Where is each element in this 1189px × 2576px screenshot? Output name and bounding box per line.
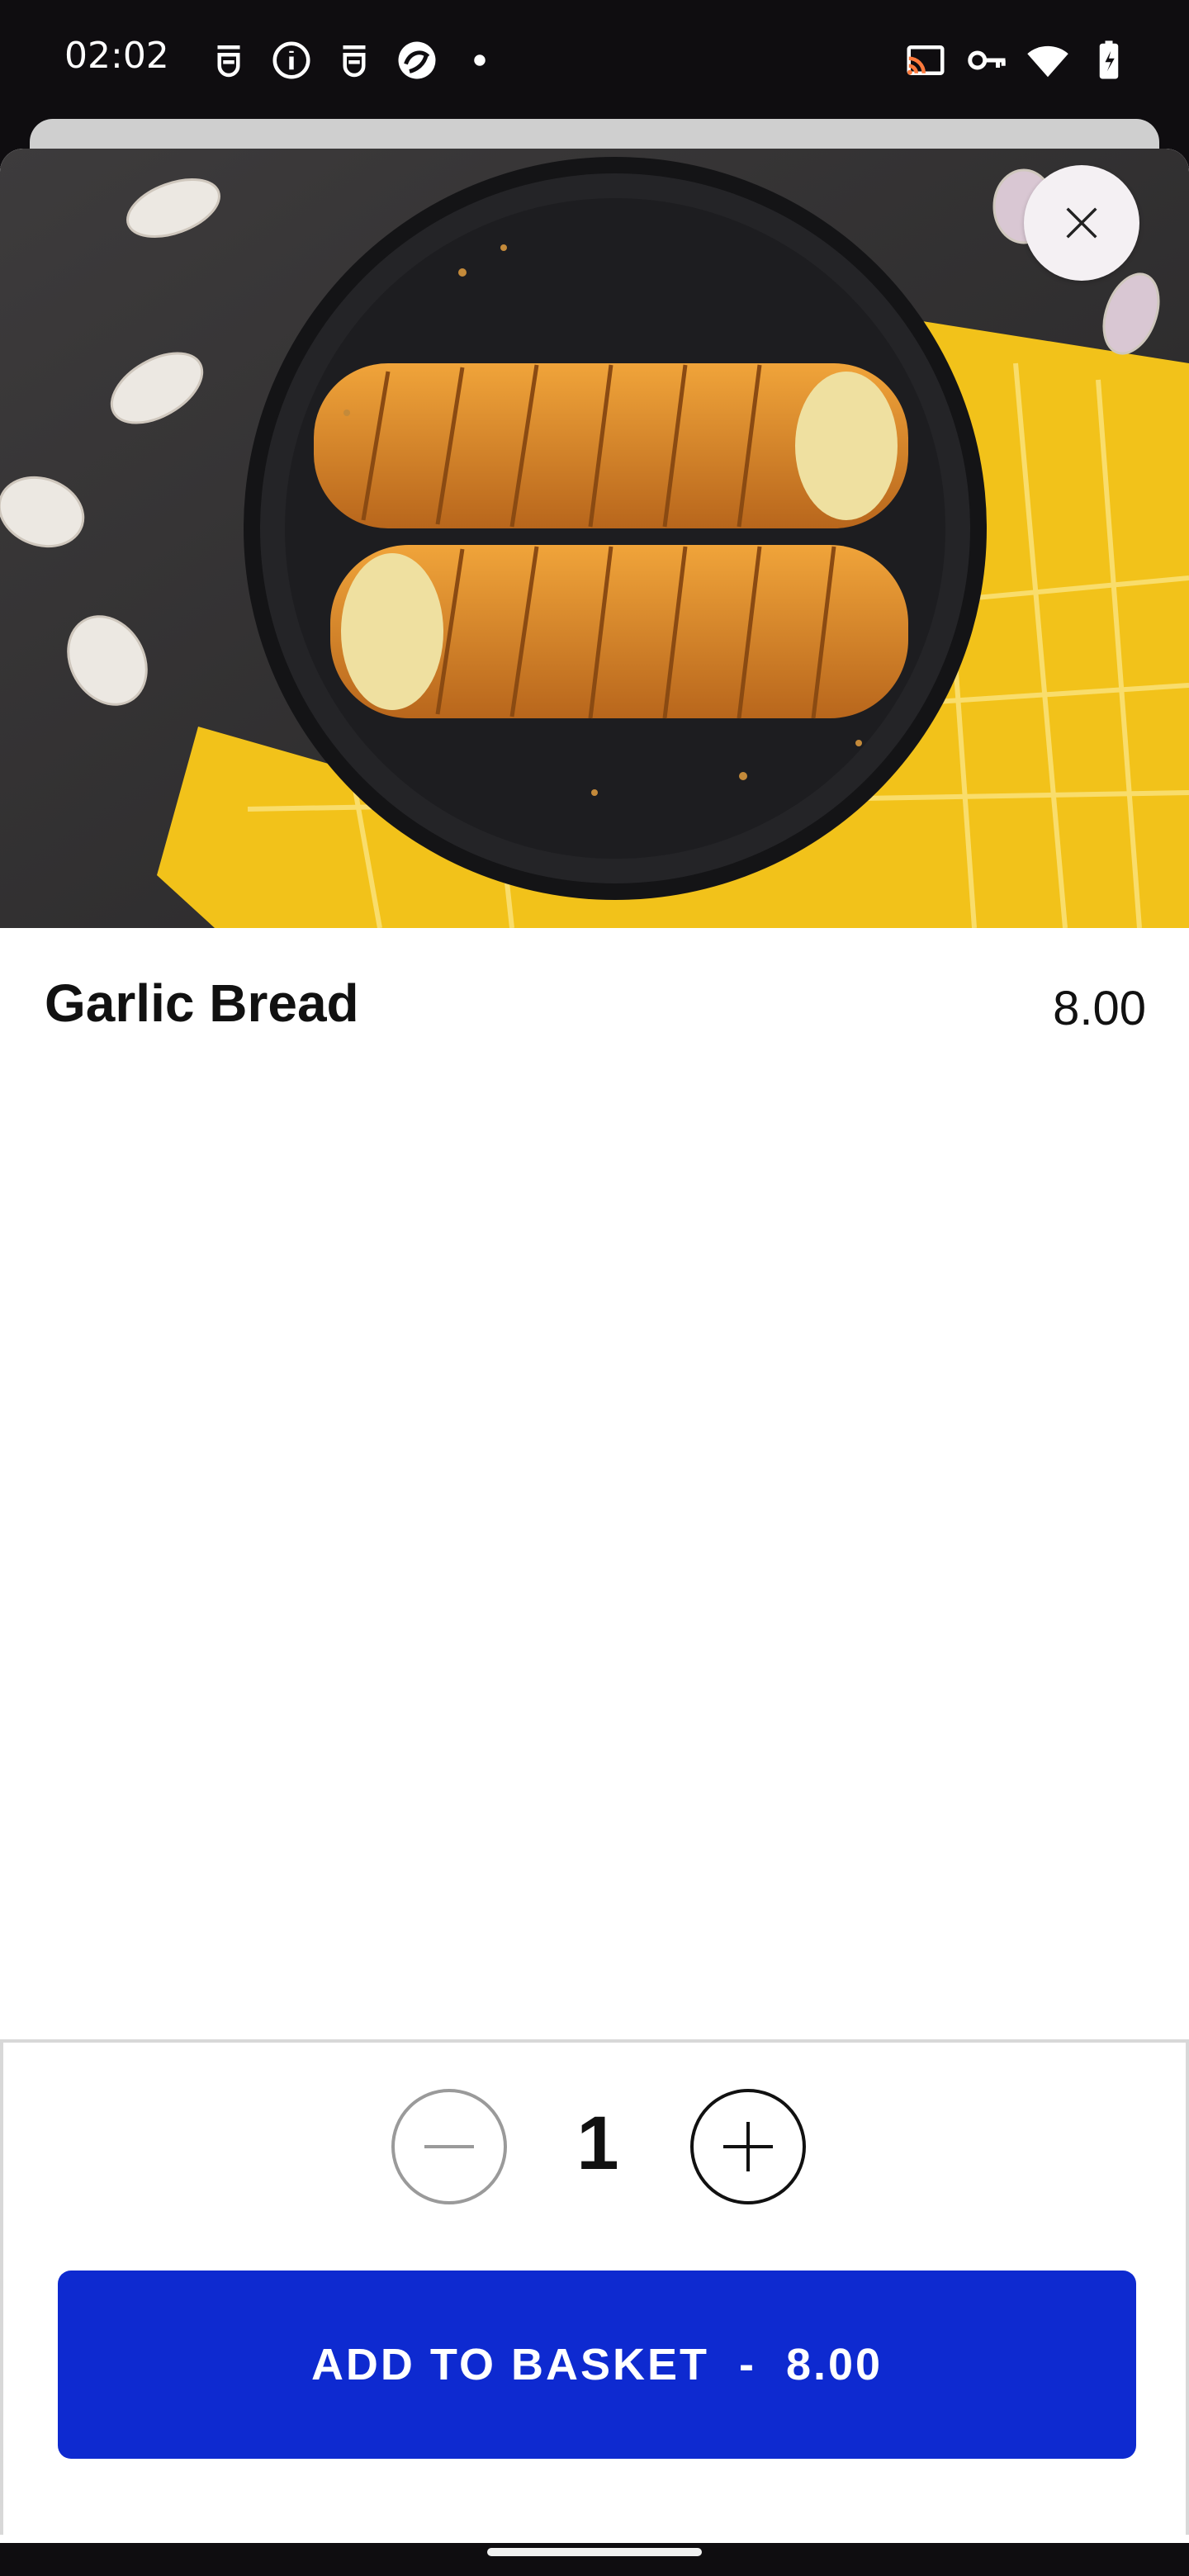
decrease-quantity-button[interactable] xyxy=(391,2089,507,2204)
add-to-basket-label: ADD TO BASKET xyxy=(310,2340,709,2389)
item-price: 8.00 xyxy=(1053,982,1146,1035)
assistant-icon-2 xyxy=(332,38,377,83)
cast-icon xyxy=(903,38,948,83)
quantity-value: 1 xyxy=(576,2101,619,2185)
add-to-basket-total: 8.00 xyxy=(785,2340,883,2389)
item-image xyxy=(0,149,1189,928)
info-icon xyxy=(269,38,314,83)
plus-icon xyxy=(723,2122,773,2171)
close-button[interactable] xyxy=(1024,165,1139,281)
quantity-stepper: 1 xyxy=(3,2089,1189,2204)
status-icons-right xyxy=(903,38,1131,83)
home-indicator[interactable] xyxy=(487,2548,702,2556)
add-to-basket-separator: - xyxy=(738,2340,756,2389)
wifi-icon xyxy=(1026,38,1070,83)
status-bar: 02:02 xyxy=(0,0,1189,119)
camera-app-icon xyxy=(395,38,439,83)
status-time: 02:02 xyxy=(64,35,169,77)
close-icon xyxy=(1066,207,1097,239)
item-name: Garlic Bread xyxy=(45,973,359,1033)
minus-icon xyxy=(424,2145,474,2148)
status-icons-left xyxy=(206,38,502,83)
battery-charging-icon xyxy=(1087,38,1131,83)
add-to-basket-button[interactable]: ADD TO BASKET - 8.00 xyxy=(58,2271,1136,2459)
assistant-icon xyxy=(206,38,251,83)
order-footer: 1 ADD TO BASKET - 8.00 xyxy=(0,2039,1189,2535)
increase-quantity-button[interactable] xyxy=(690,2089,806,2204)
dot-icon xyxy=(457,38,502,83)
vpn-key-icon xyxy=(964,38,1009,83)
